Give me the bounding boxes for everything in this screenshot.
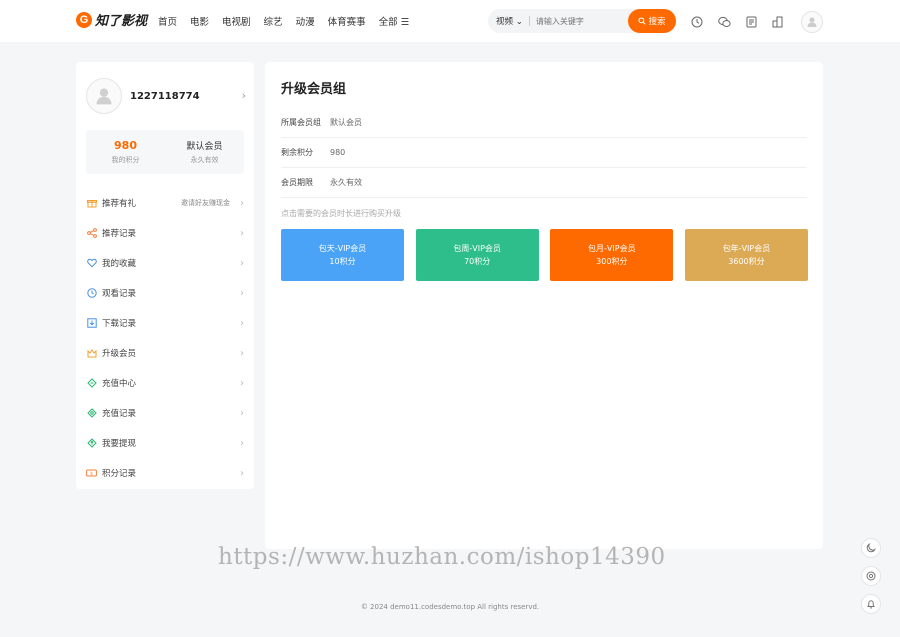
crown-icon xyxy=(86,348,97,359)
chevron-right-icon: › xyxy=(240,227,244,239)
referral-extra: 邀请好友赚现金 xyxy=(181,199,230,207)
history-clock-icon xyxy=(86,288,97,299)
settings-button[interactable] xyxy=(861,566,881,586)
dark-mode-button[interactable] xyxy=(861,538,881,558)
watermark: https://www.huzhan.com/ishop14390 xyxy=(218,544,666,570)
top-header: G 知了影视 首页 电影 电视剧 综艺 动漫 体育赛事 全部 ☰ 视频 ⌄ 搜索 xyxy=(0,0,900,42)
download-icon xyxy=(86,318,97,329)
sidebar-item-recharge-record[interactable]: 充值记录 › xyxy=(86,398,244,428)
heart-icon xyxy=(86,258,97,269)
chevron-right-icon: › xyxy=(240,467,244,479)
points-stat: 980 我的积分 xyxy=(86,130,165,174)
chevron-right-icon: › xyxy=(240,317,244,329)
info-row-points: 剩余积分 980 xyxy=(281,138,807,168)
username: 1227118774 xyxy=(130,90,200,102)
withdraw-icon xyxy=(86,438,97,449)
search-bar: 视频 ⌄ 搜索 xyxy=(488,9,676,33)
sidebar-item-referral[interactable]: 推荐有礼 邀请好友赚现金 › xyxy=(86,188,244,218)
floating-actions xyxy=(861,538,881,614)
upgrade-panel: 升级会员组 所属会员组 默认会员 剩余积分 980 会员期限 永久有效 点击需要… xyxy=(265,62,823,549)
chevron-right-icon: › xyxy=(240,287,244,299)
user-stats: 980 我的积分 默认会员 永久有效 xyxy=(86,130,244,174)
points-label: 我的积分 xyxy=(111,156,140,164)
chevron-right-icon: › xyxy=(240,407,244,419)
ticket-icon xyxy=(86,378,97,389)
share-icon xyxy=(86,228,97,239)
search-type-select[interactable]: 视频 ⌄ xyxy=(496,15,523,27)
chevron-right-icon: › xyxy=(240,437,244,449)
search-divider xyxy=(528,16,530,26)
nav-variety[interactable]: 综艺 xyxy=(264,14,283,28)
plan-day-button[interactable]: 包天-VIP会员 10积分 xyxy=(281,229,404,281)
document-icon[interactable] xyxy=(743,14,759,30)
chevron-right-icon: › xyxy=(240,347,244,359)
plan-week-button[interactable]: 包周-VIP会员 70积分 xyxy=(415,229,539,281)
nav-movie[interactable]: 电影 xyxy=(190,14,209,28)
sidebar-item-upgrade[interactable]: 升级会员 › xyxy=(86,338,244,368)
user-avatar-icon xyxy=(96,88,112,105)
nav-anime[interactable]: 动漫 xyxy=(296,14,315,28)
points-record-icon: $ xyxy=(86,468,97,479)
points-value: 980 xyxy=(114,139,137,152)
user-avatar-icon[interactable] xyxy=(801,11,823,33)
main-nav: 首页 电影 电视剧 综艺 动漫 体育赛事 全部 ☰ xyxy=(158,14,409,28)
sidebar-item-downloads[interactable]: 下载记录 › xyxy=(86,308,244,338)
sidebar-item-recharge[interactable]: 充值中心 › xyxy=(86,368,244,398)
search-button[interactable]: 搜索 xyxy=(628,9,676,33)
chevron-right-icon: › xyxy=(241,89,246,102)
search-icon xyxy=(638,17,647,25)
page-title: 升级会员组 xyxy=(281,82,347,97)
bell-icon xyxy=(867,600,875,609)
nav-sports[interactable]: 体育赛事 xyxy=(328,14,366,28)
site-logo[interactable]: G 知了影视 xyxy=(76,10,147,29)
nav-tv[interactable]: 电视剧 xyxy=(222,14,251,28)
nav-home[interactable]: 首页 xyxy=(158,14,177,28)
clock-icon[interactable] xyxy=(689,14,705,30)
sidebar-item-referral-record[interactable]: 推荐记录 › xyxy=(86,218,244,248)
group-value: 默认会员 xyxy=(186,142,223,152)
notification-button[interactable] xyxy=(861,594,881,614)
info-row-group: 所属会员组 默认会员 xyxy=(281,108,807,138)
svg-text:$: $ xyxy=(90,471,93,477)
user-sidebar: 1227118774 › 980 我的积分 默认会员 永久有效 推荐有礼 邀请好… xyxy=(76,62,254,489)
chevron-down-icon: ⌄ xyxy=(515,17,523,27)
chevron-right-icon: › xyxy=(240,377,244,389)
wechat-icon[interactable] xyxy=(716,14,732,30)
info-row-expiry: 会员期限 永久有效 xyxy=(281,168,807,198)
purchase-hint: 点击需要的会员时长进行购买升级 xyxy=(281,209,401,218)
moon-icon xyxy=(866,543,876,553)
user-profile-row[interactable]: 1227118774 › xyxy=(86,77,246,115)
sidebar-item-points-record[interactable]: $ 积分记录 › xyxy=(86,458,244,488)
plan-month-button[interactable]: 包月-VIP会员 300积分 xyxy=(550,229,674,281)
plan-year-button[interactable]: 包年-VIP会员 3600积分 xyxy=(684,229,808,281)
chevron-right-icon: › xyxy=(240,197,244,209)
gift-icon xyxy=(86,198,97,209)
logo-text: 知了影视 xyxy=(95,14,148,29)
search-input[interactable] xyxy=(535,16,624,26)
plan-options: 包天-VIP会员 10积分 包周-VIP会员 70积分 包月-VIP会员 300… xyxy=(281,229,808,281)
chevron-right-icon: › xyxy=(240,257,244,269)
group-stat: 默认会员 永久有效 xyxy=(165,130,244,174)
header-icons xyxy=(689,11,823,33)
sidebar-item-withdraw[interactable]: 我要提现 › xyxy=(86,428,244,458)
sidebar-item-favorites[interactable]: 我的收藏 › xyxy=(86,248,244,278)
nav-all[interactable]: 全部 ☰ xyxy=(379,14,410,28)
sidebar-item-watch-history[interactable]: 观看记录 › xyxy=(86,278,244,308)
avatar[interactable] xyxy=(86,78,122,114)
sidebar-menu: 推荐有礼 邀请好友赚现金 › 推荐记录 › 我的收藏 › 观看记录 › 下载记录… xyxy=(86,188,244,488)
target-icon xyxy=(866,571,876,581)
footer-copyright: © 2024 demo11.codesdemo.top All rights r… xyxy=(360,603,540,611)
group-label: 永久有效 xyxy=(190,156,219,164)
ticket-record-icon xyxy=(86,408,97,419)
building-icon[interactable] xyxy=(770,14,786,30)
logo-mark: G xyxy=(76,11,92,28)
